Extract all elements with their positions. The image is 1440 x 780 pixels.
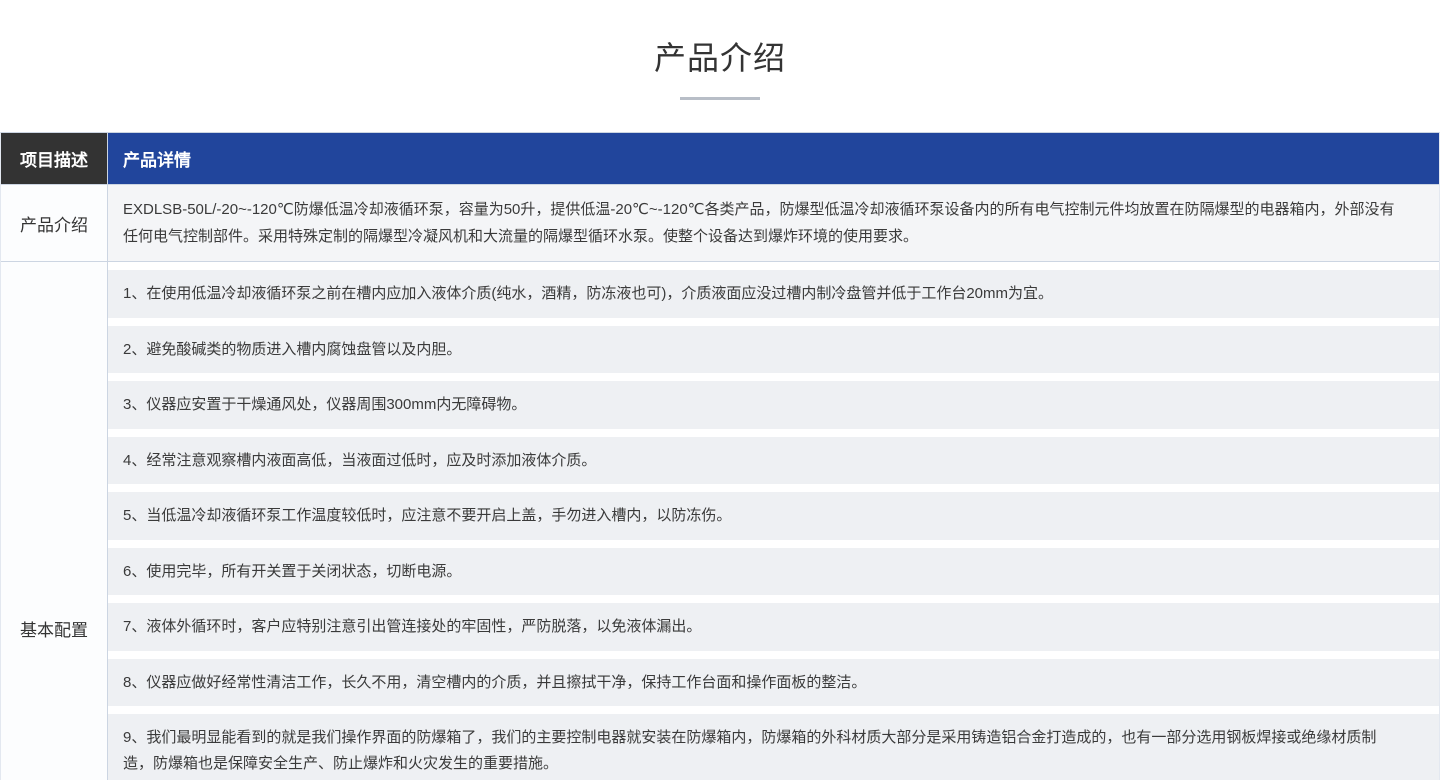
product-intro-text: EXDLSB-50L/-20~-120℃防爆低温冷却液循环泵，容量为50升，提供… [108,185,1439,261]
config-list-item-7: 7、液体外循环时，客户应特别注意引出管连接处的牢固性，严防脱落，以免液体漏出。 [108,603,1439,651]
basic-config-list: 1、在使用低温冷却液循环泵之前在槽内应加入液体介质(纯水，酒精，防冻液也可)，介… [108,262,1439,780]
table-header-row: 项目描述 产品详情 [1,133,1439,185]
config-list-item-2: 2、避免酸碱类的物质进入槽内腐蚀盘管以及内胆。 [108,326,1439,374]
header-col-product-detail: 产品详情 [108,133,1439,184]
table-row-basic-config: 基本配置 1、在使用低温冷却液循环泵之前在槽内应加入液体介质(纯水，酒精，防冻液… [1,262,1439,780]
config-list-item-4: 4、经常注意观察槽内液面高低，当液面过低时，应及时添加液体介质。 [108,437,1439,485]
config-list-item-1: 1、在使用低温冷却液循环泵之前在槽内应加入液体介质(纯水，酒精，防冻液也可)，介… [108,270,1439,318]
config-list-item-3: 3、仪器应安置于干燥通风处，仪器周围300mm内无障碍物。 [108,381,1439,429]
header-col-project-description: 项目描述 [1,133,108,184]
config-list-item-9: 9、我们最明显能看到的就是我们操作界面的防爆箱了，我们的主要控制电器就安装在防爆… [108,714,1439,780]
title-divider [680,97,760,100]
page-title: 产品介绍 [0,33,1440,79]
config-list-item-8: 8、仪器应做好经常性清洁工作，长久不用，清空槽内的介质，并且擦拭干净，保持工作台… [108,659,1439,707]
table-row-product-intro: 产品介绍 EXDLSB-50L/-20~-120℃防爆低温冷却液循环泵，容量为5… [1,185,1439,262]
row-label-product-intro: 产品介绍 [1,185,108,261]
product-table: 项目描述 产品详情 产品介绍 EXDLSB-50L/-20~-120℃防爆低温冷… [0,132,1440,780]
config-list-item-5: 5、当低温冷却液循环泵工作温度较低时，应注意不要开启上盖，手勿进入槽内，以防冻伤… [108,492,1439,540]
config-list-item-6: 6、使用完毕，所有开关置于关闭状态，切断电源。 [108,548,1439,596]
row-label-basic-config: 基本配置 [1,262,108,780]
